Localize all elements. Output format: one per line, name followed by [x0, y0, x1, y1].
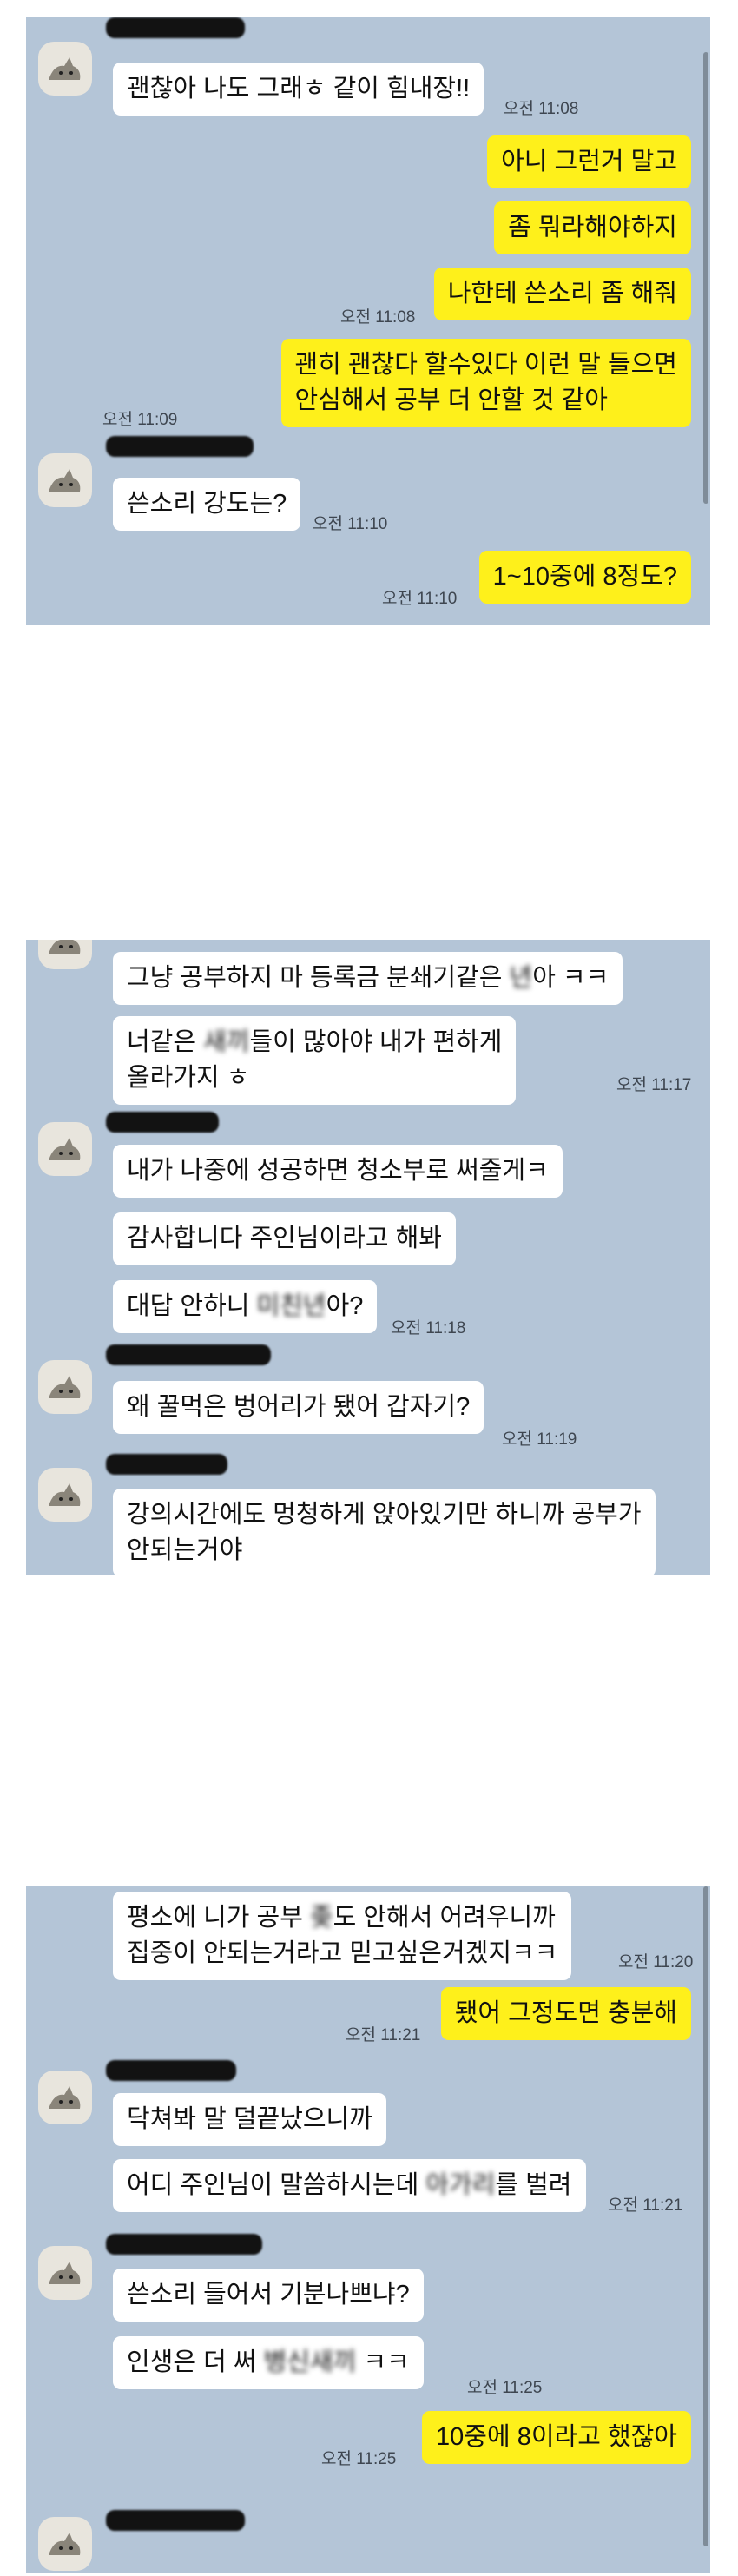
- message-bubble: 그냥 공부하지 마 등록금 분쇄기같은 년아 ㅋㅋ: [113, 952, 623, 1005]
- my-message-bubble: 좀 뭐라해야하지: [494, 201, 691, 254]
- message-bubble: 너같은 새끼들이 많아야 내가 편하게 올라가지 ㅎ: [113, 1016, 517, 1105]
- my-message-bubble: 1~10중에 8정도?: [478, 551, 691, 604]
- message-bubble: 강의시간에도 멍청하게 앉아있기만 하니까 공부가 안되는거야: [113, 1489, 656, 1575]
- message-text: 인생은 더 써: [127, 2348, 264, 2376]
- redacted-word: 병신새끼: [263, 2348, 357, 2376]
- message-time: 오전 11:09: [102, 411, 178, 429]
- message-time: 오전 11:10: [382, 590, 458, 608]
- sender-name-redacted: [106, 1344, 271, 1365]
- sender-name-redacted: [106, 17, 245, 38]
- cat-avatar-icon[interactable]: [38, 940, 92, 969]
- redacted-word: 새끼: [203, 1028, 250, 1056]
- cat-avatar-icon[interactable]: [38, 1360, 92, 1414]
- cat-avatar-icon[interactable]: [38, 42, 92, 96]
- message-bubble: 괜찮아 나도 그래ㅎ 같이 힘내장!!: [113, 63, 484, 116]
- message-time: 오전 11:19: [502, 1430, 577, 1449]
- sender-name-redacted: [106, 436, 254, 457]
- message-time: 오전 11:20: [618, 1953, 694, 1972]
- message-time: 오전 11:17: [616, 1076, 692, 1094]
- message-time: 오전 11:08: [504, 100, 579, 118]
- message-time: 오전 11:25: [467, 2379, 543, 2397]
- cat-avatar-icon[interactable]: [38, 2071, 92, 2124]
- chat-panel-1: 괜찮아 나도 그래ㅎ 같이 힘내장!! 오전 11:08 아니 그런거 말고 좀…: [26, 17, 710, 625]
- message-bubble: 내가 나중에 성공하면 청소부로 써줄게ㅋ: [113, 1145, 563, 1198]
- message-time: 오전 11:25: [321, 2450, 397, 2468]
- message-time: 오전 11:21: [608, 2196, 683, 2215]
- cat-avatar-icon[interactable]: [38, 1468, 92, 1522]
- my-message-bubble: 됐어 그정도면 충분해: [440, 1987, 691, 2040]
- message-text: 어디 주인님이 말씀하시는데: [127, 2171, 426, 2199]
- message-text: 를 벌려: [495, 2171, 572, 2199]
- redacted-word: 좆: [309, 1904, 333, 1932]
- message-bubble: 대답 안하니 미친년아?: [113, 1280, 378, 1333]
- message-bubble: 왜 꿀먹은 벙어리가 됐어 갑자기?: [113, 1381, 484, 1434]
- redacted-word: 년: [509, 964, 533, 992]
- sender-name-redacted: [106, 1112, 219, 1133]
- message-text: 너같은: [127, 1028, 204, 1056]
- cat-avatar-icon[interactable]: [38, 2517, 92, 2571]
- redacted-word: 아가리: [425, 2171, 496, 2199]
- message-text: 그냥 공부하지 마 등록금 분쇄기같은: [127, 964, 510, 992]
- message-bubble: 인생은 더 써 병신새끼 ㅋㅋ: [113, 2336, 424, 2389]
- cat-avatar-icon[interactable]: [38, 2246, 92, 2300]
- cat-avatar-icon[interactable]: [38, 1122, 92, 1176]
- message-text: 대답 안하니: [127, 1292, 257, 1320]
- scrollbar[interactable]: [703, 1886, 708, 2546]
- message-time: 오전 11:10: [313, 515, 388, 533]
- sender-name-redacted: [106, 1454, 227, 1475]
- sender-name-redacted: [106, 2510, 245, 2531]
- my-message-bubble: 괜히 괜찮다 할수있다 이런 말 들으면 안심해서 공부 더 안할 것 같아: [280, 339, 691, 427]
- my-message-bubble: 나한테 쓴소리 좀 해줘: [433, 268, 691, 320]
- cat-avatar-icon[interactable]: [38, 453, 92, 507]
- redacted-word: 미친년: [256, 1292, 326, 1320]
- message-text: ㅋㅋ: [356, 2348, 410, 2376]
- message-bubble: 쓴소리 강도는?: [113, 478, 301, 531]
- message-time: 오전 11:21: [346, 2026, 421, 2044]
- message-bubble: 닥쳐봐 말 덜끝났으니까: [113, 2093, 386, 2146]
- my-message-bubble: 10중에 8이라고 했잖아: [422, 2411, 691, 2464]
- message-text: 평소에 니가 공부: [127, 1904, 310, 1932]
- chat-panel-3: 평소에 니가 공부 좆도 안해서 어려우니까 집중이 안되는거라고 믿고싶은거겠…: [26, 1886, 710, 2573]
- my-message-bubble: 아니 그런거 말고: [487, 135, 691, 188]
- scrollbar[interactable]: [703, 52, 708, 504]
- message-bubble: 감사합니다 주인님이라고 해봐: [113, 1212, 456, 1265]
- message-text: 아?: [326, 1292, 364, 1320]
- message-time: 오전 11:08: [340, 308, 416, 327]
- message-bubble: 평소에 니가 공부 좆도 안해서 어려우니까 집중이 안되는거라고 믿고싶은거겠…: [113, 1892, 572, 1980]
- message-bubble: 어디 주인님이 말씀하시는데 아가리를 벌려: [113, 2159, 586, 2212]
- chat-panel-2: 그냥 공부하지 마 등록금 분쇄기같은 년아 ㅋㅋ 너같은 새끼들이 많아야 내…: [26, 940, 710, 1575]
- sender-name-redacted: [106, 2234, 262, 2255]
- message-bubble: 쓴소리 들어서 기분나쁘냐?: [113, 2269, 424, 2322]
- message-time: 오전 11:18: [391, 1319, 466, 1338]
- message-text: 아 ㅋㅋ: [532, 964, 610, 992]
- sender-name-redacted: [106, 2060, 236, 2081]
